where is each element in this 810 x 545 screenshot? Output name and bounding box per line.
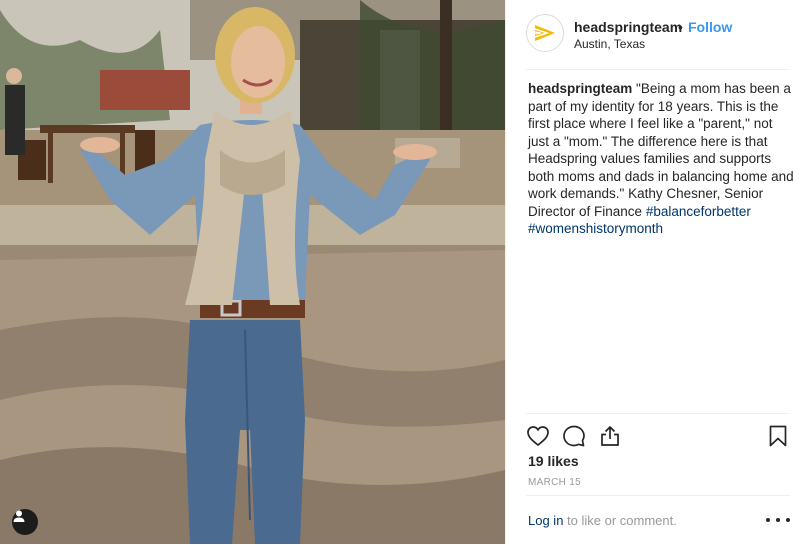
post-footer: Log in to like or comment. <box>526 495 790 545</box>
comment-icon <box>563 425 585 447</box>
follow-button[interactable]: Follow <box>688 19 732 35</box>
login-prompt-text: to like or comment. <box>563 513 677 528</box>
like-button[interactable] <box>526 424 550 448</box>
caption-username-link[interactable]: headspringteam <box>528 81 632 96</box>
more-dot <box>786 518 790 522</box>
more-dot <box>776 518 780 522</box>
instagram-post: headspringteam • Follow Austin, Texas he… <box>0 0 810 544</box>
tag-people-button[interactable] <box>12 509 38 535</box>
username-link[interactable]: headspringteam <box>574 19 682 35</box>
share-icon <box>601 426 619 446</box>
hashtag-link[interactable]: #balanceforbetter <box>646 204 751 219</box>
post-date: MARCH 15 <box>528 477 581 488</box>
more-dot <box>766 518 770 522</box>
comment-button[interactable] <box>562 424 586 448</box>
action-bar <box>526 413 790 458</box>
login-prompt: Log in to like or comment. <box>528 513 677 528</box>
post-photo[interactable] <box>0 0 505 544</box>
hashtag-link[interactable]: #womenshistorymonth <box>528 221 663 236</box>
post-sidebar: headspringteam • Follow Austin, Texas he… <box>505 0 810 544</box>
avatar[interactable] <box>526 14 564 52</box>
separator-dot: • <box>678 19 683 35</box>
post-header: headspringteam • Follow Austin, Texas <box>526 0 790 70</box>
likes-count[interactable]: 19 likes <box>528 453 579 469</box>
heart-icon <box>527 426 549 447</box>
more-options-icon[interactable] <box>766 511 790 529</box>
caption-text: "Being a mom has been a part of my ident… <box>528 81 794 219</box>
login-link[interactable]: Log in <box>528 513 563 528</box>
save-button[interactable] <box>766 424 790 448</box>
headspring-logo-icon <box>534 25 555 41</box>
photo-illustration <box>0 0 505 544</box>
share-button[interactable] <box>598 424 622 448</box>
bookmark-icon <box>769 425 787 447</box>
post-caption: headspringteam "Being a mom has been a p… <box>528 80 794 238</box>
location-link[interactable]: Austin, Texas <box>574 37 645 51</box>
user-tag-icon <box>13 510 25 522</box>
